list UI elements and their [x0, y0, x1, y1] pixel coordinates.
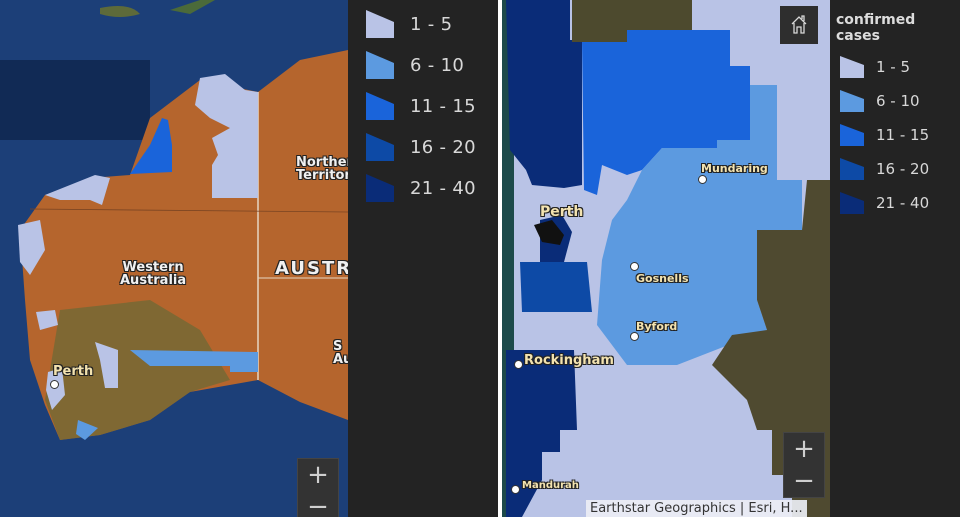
legend-item: 16 - 20 — [840, 158, 929, 180]
legend-swatch-icon — [840, 56, 864, 78]
label-rockingham: Rockingham — [524, 353, 614, 368]
legend-swatch-icon — [366, 51, 394, 79]
left-zoom-control: + − — [297, 458, 339, 517]
right-legend: confirmed cases 1 - 5 6 - 10 11 - 15 16 … — [830, 0, 960, 517]
label-byford: Byford — [636, 320, 678, 333]
legend-label: 21 - 40 — [876, 194, 930, 212]
label-western-australia: Western Australia — [120, 260, 187, 288]
legend-swatch-icon — [366, 133, 394, 161]
region-wheatbelt — [95, 342, 118, 388]
legend-label: 21 - 40 — [410, 177, 476, 199]
left-map[interactable]: Norther Territor Western Australia AUSTR S… — [0, 0, 348, 517]
legend-item: 1 - 5 — [366, 10, 452, 38]
region-goldfields-strip — [130, 350, 258, 372]
gosnells-marker-icon — [630, 262, 639, 271]
legend-item: 21 - 40 — [840, 192, 929, 214]
label-northern-territory: Norther Territor — [296, 155, 348, 183]
legend-title: confirmed cases — [836, 12, 916, 44]
legend-label: 16 - 20 — [410, 136, 476, 158]
legend-swatch-icon — [840, 158, 864, 180]
legend-label: 1 - 5 — [410, 13, 453, 35]
legend-label: 1 - 5 — [876, 58, 911, 76]
legend-label: 11 - 15 — [876, 126, 930, 144]
rockingham-marker-icon — [514, 360, 523, 369]
zoom-out-button[interactable]: − — [784, 465, 824, 497]
label-perth: Perth — [53, 364, 94, 379]
legend-swatch-icon — [840, 192, 864, 214]
region-midwest-coast — [36, 310, 58, 330]
right-map[interactable]: Perth Mundaring Gosnells Byford Rockingh… — [502, 0, 830, 517]
byford-marker-icon — [630, 332, 639, 341]
legend-item: 1 - 5 — [840, 56, 910, 78]
legend-swatch-icon — [366, 10, 394, 38]
label-mandurah: Mandurah — [522, 480, 579, 491]
mandurah-marker-icon — [511, 485, 520, 494]
region-cockburn — [520, 262, 592, 312]
legend-label: 6 - 10 — [410, 54, 465, 76]
zoom-in-button[interactable]: + — [784, 433, 824, 465]
legend-item: 11 - 15 — [366, 92, 476, 120]
legend-item: 6 - 10 — [840, 90, 920, 112]
legend-item: 21 - 40 — [366, 174, 476, 202]
label-south-australia: S Au — [333, 339, 348, 367]
legend-swatch-icon — [840, 90, 864, 112]
label-australia: AUSTR — [275, 258, 348, 279]
label-perth: Perth — [540, 204, 584, 220]
label-mundaring: Mundaring — [701, 162, 768, 175]
legend-swatch-icon — [366, 92, 394, 120]
left-legend: 1 - 5 6 - 10 11 - 15 16 - 20 21 - 40 — [348, 0, 498, 517]
legend-swatch-icon — [366, 174, 394, 202]
right-zoom-control: + − — [783, 432, 825, 498]
region-pilbara-coast — [45, 175, 110, 205]
map-attribution[interactable]: Earthstar Geographics | Esri, H... — [586, 500, 807, 517]
perth-marker-icon — [50, 380, 59, 389]
label-gosnells: Gosnells — [636, 272, 689, 285]
region-great-southern — [76, 420, 98, 440]
legend-label: 11 - 15 — [410, 95, 476, 117]
region-kimberley-east — [195, 74, 258, 198]
region-gascoyne-coast — [18, 220, 45, 275]
legend-label: 6 - 10 — [876, 92, 920, 110]
legend-item: 6 - 10 — [366, 51, 464, 79]
home-icon — [791, 15, 807, 34]
right-map-choropleth — [502, 0, 830, 517]
region-kimberley-west — [130, 118, 172, 174]
zoom-in-button[interactable]: + — [298, 459, 338, 491]
legend-swatch-icon — [840, 124, 864, 146]
legend-item: 16 - 20 — [366, 133, 476, 161]
legend-item: 11 - 15 — [840, 124, 929, 146]
home-button[interactable] — [780, 6, 818, 44]
zoom-out-button[interactable]: − — [298, 491, 338, 517]
legend-label: 16 - 20 — [876, 160, 930, 178]
mundaring-marker-icon — [698, 175, 707, 184]
